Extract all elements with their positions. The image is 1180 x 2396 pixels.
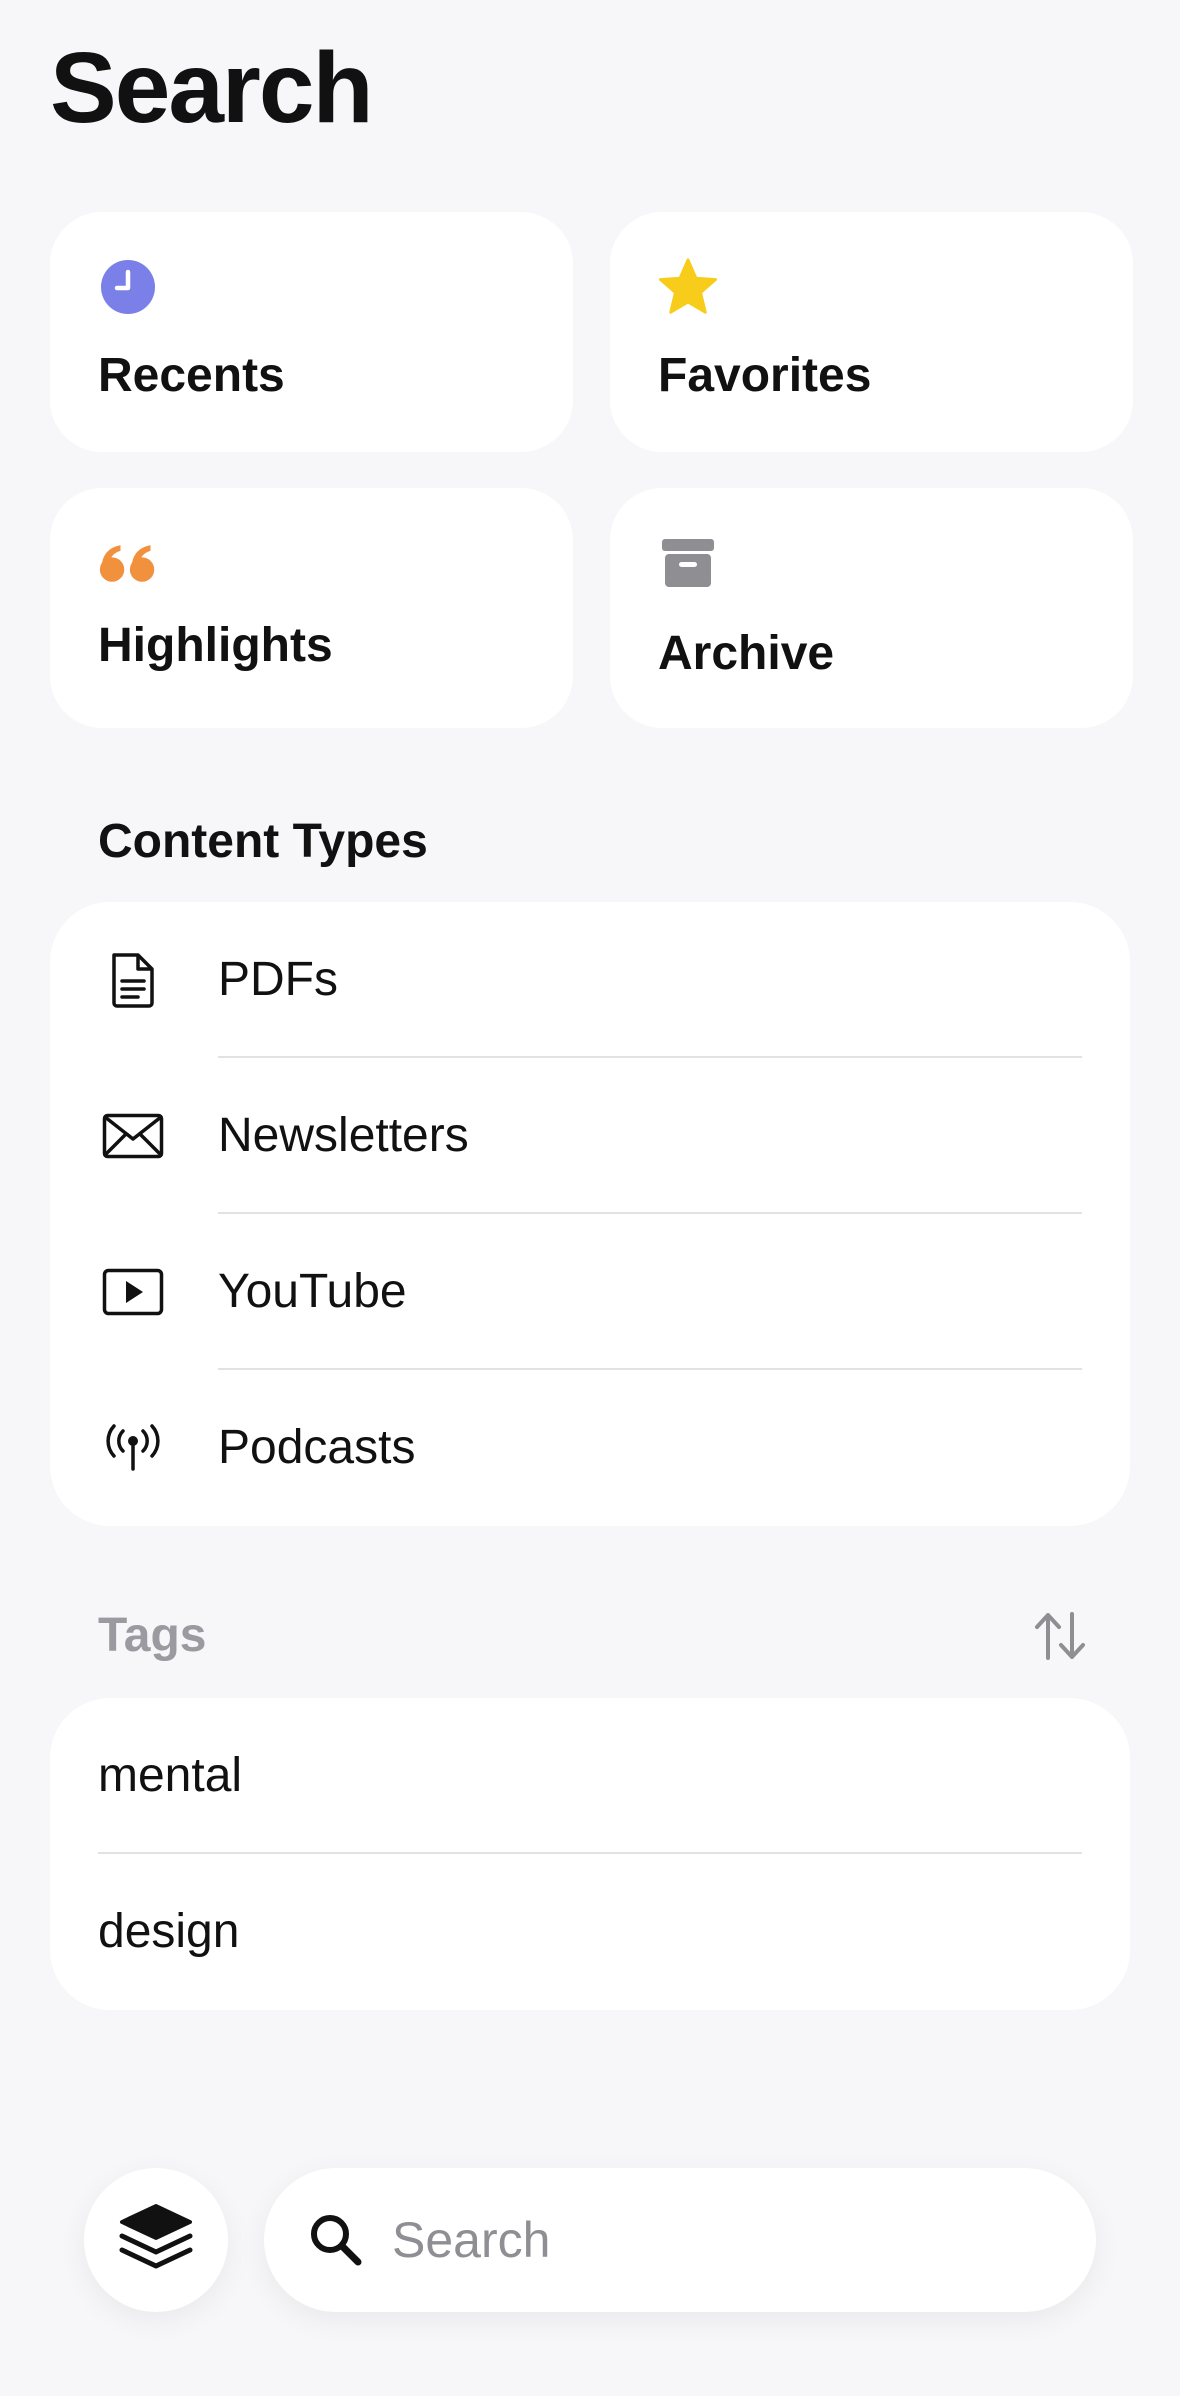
magnifier-icon	[306, 2210, 366, 2270]
content-type-label: Podcasts	[218, 1421, 416, 1474]
content-types-heading: Content Types	[98, 815, 428, 868]
content-type-label: YouTube	[218, 1265, 407, 1318]
favorites-tile[interactable]: Favorites	[610, 212, 1133, 452]
content-type-pdfs[interactable]: PDFs	[50, 902, 1130, 1058]
archive-label: Archive	[658, 627, 835, 680]
star-icon	[658, 257, 718, 317]
recents-tile[interactable]: Recents	[50, 212, 573, 452]
content-type-newsletters[interactable]: Newsletters	[50, 1058, 1130, 1214]
envelope-icon	[100, 1103, 166, 1169]
content-type-youtube[interactable]: YouTube	[50, 1214, 1130, 1370]
tags-list: mental design	[50, 1698, 1130, 2010]
tag-item-design[interactable]: design	[50, 1854, 1130, 2010]
archive-box-icon	[658, 533, 718, 593]
page-title: Search	[50, 32, 374, 144]
play-video-icon	[100, 1259, 166, 1325]
tag-item-mental[interactable]: mental	[50, 1698, 1130, 1854]
search-bar[interactable]	[264, 2168, 1096, 2312]
tag-label: mental	[98, 1749, 243, 1802]
highlights-label: Highlights	[98, 619, 333, 672]
content-type-label: Newsletters	[218, 1109, 469, 1162]
highlights-tile[interactable]: Highlights	[50, 488, 573, 728]
archive-tile[interactable]: Archive	[610, 488, 1133, 728]
clock-icon	[98, 257, 158, 317]
content-type-podcasts[interactable]: Podcasts	[50, 1370, 1130, 1526]
quote-icon	[98, 533, 158, 593]
antenna-broadcast-icon	[100, 1415, 166, 1481]
search-input[interactable]	[390, 2200, 1050, 2280]
favorites-label: Favorites	[658, 349, 872, 402]
tag-label: design	[98, 1905, 240, 1958]
layers-stack-icon	[118, 2202, 194, 2279]
sort-arrows-icon[interactable]	[1028, 1604, 1092, 1668]
layers-button[interactable]	[84, 2168, 228, 2312]
document-icon	[100, 947, 166, 1013]
content-type-label: PDFs	[218, 953, 338, 1006]
content-types-list: PDFs Newsletters YouTube Podcasts	[50, 902, 1130, 1526]
recents-label: Recents	[98, 349, 285, 402]
tags-heading: Tags	[98, 1609, 207, 1662]
